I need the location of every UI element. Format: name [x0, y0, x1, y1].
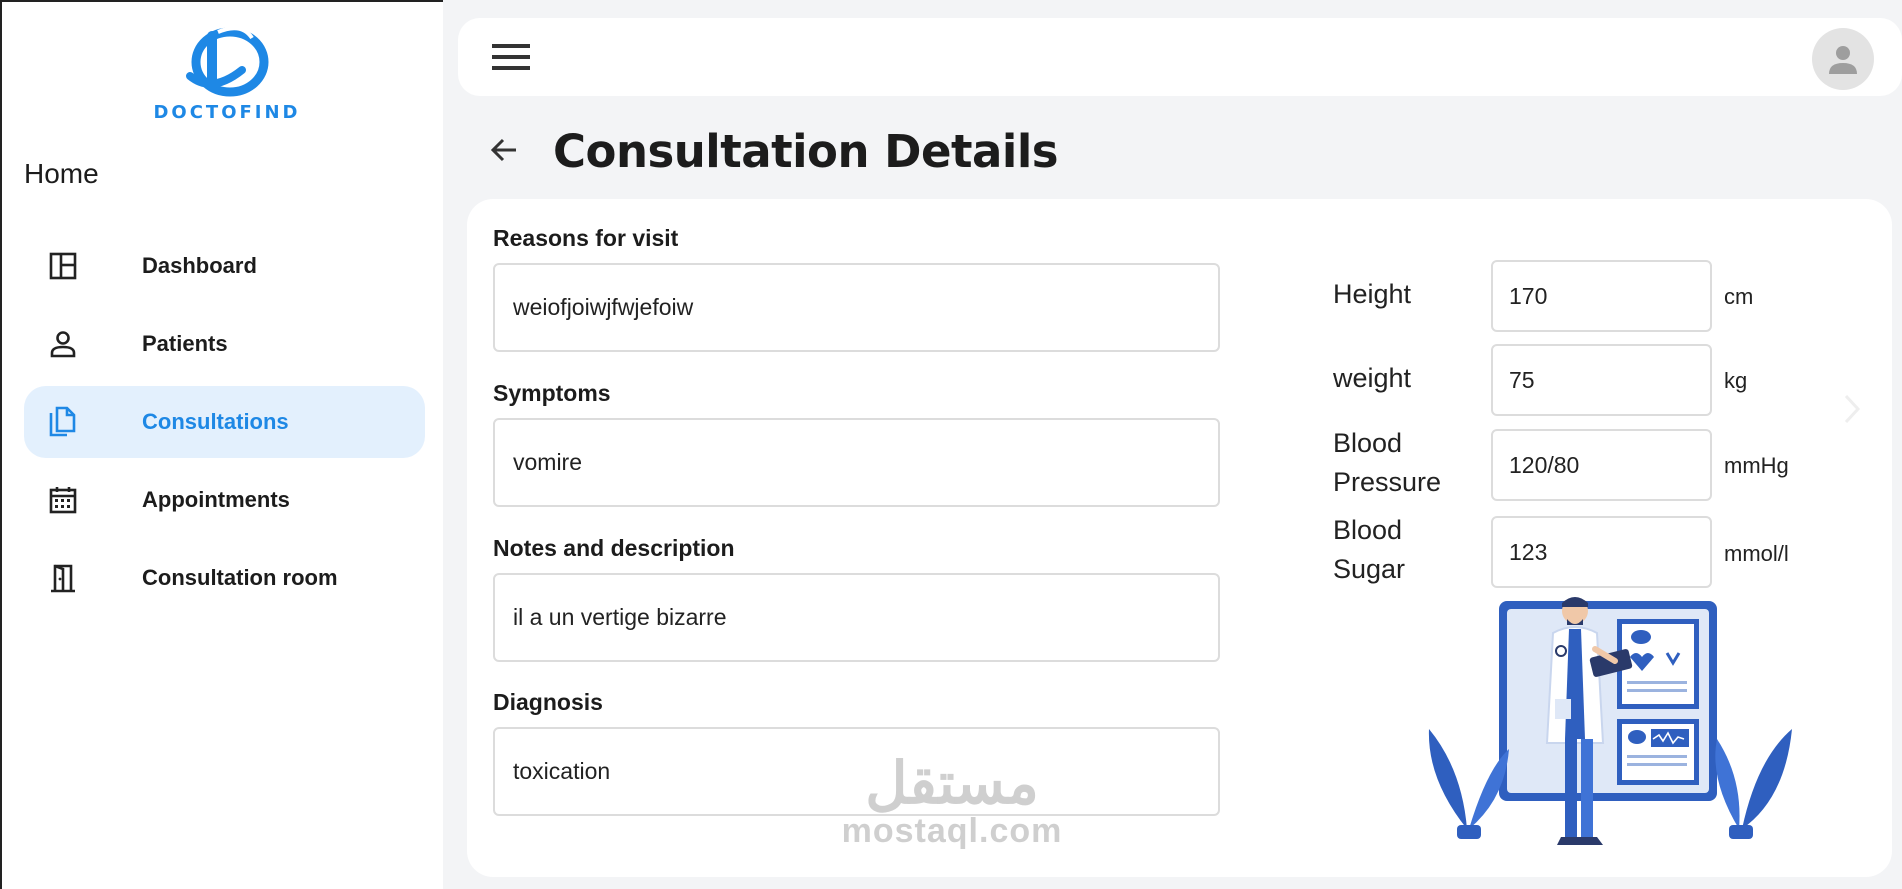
symptoms-field[interactable]: vomire: [493, 418, 1220, 507]
notes-field[interactable]: il a un vertige bizarre: [493, 573, 1220, 662]
weight-label: weight: [1333, 363, 1412, 393]
sidebar-home-title: Home: [24, 158, 99, 189]
logo-text: DOCTOFIND: [153, 102, 301, 123]
blood-pressure-label: Blood Pressure: [1333, 428, 1442, 497]
weight-unit: kg: [1724, 368, 1748, 393]
height-unit: cm: [1724, 284, 1754, 309]
sidebar-item-consultations[interactable]: Consultations: [24, 386, 425, 458]
sidebar-item-appointments[interactable]: Appointments: [24, 464, 425, 536]
sidebar-item-label: Patients: [142, 331, 228, 356]
watermark-latin: mostaql.com: [841, 812, 1063, 850]
sidebar-item-label: Dashboard: [142, 253, 257, 278]
door-icon: [46, 561, 80, 595]
doctor-illustration: [1428, 597, 1792, 845]
sidebar-item-label: Appointments: [142, 487, 290, 512]
sidebar: DOCTOFIND Home Dashboard Patients Consul…: [0, 0, 443, 889]
arrow-left-icon[interactable]: [488, 134, 520, 166]
copy-icon: [46, 405, 80, 439]
hamburger-menu-icon[interactable]: [490, 40, 532, 74]
weight-field[interactable]: 75: [1491, 344, 1712, 416]
sidebar-item-dashboard[interactable]: Dashboard: [24, 230, 425, 302]
blood-pressure-unit: mmHg: [1724, 453, 1789, 478]
height-field[interactable]: 170: [1491, 260, 1712, 332]
person-icon: [46, 327, 80, 361]
sidebar-item-label: Consultations: [142, 409, 289, 434]
reasons-for-visit-label: Reasons for visit: [493, 225, 679, 251]
watermark: مستقل mostaql.com: [836, 751, 1068, 850]
watermark-arabic: مستقل: [865, 751, 1039, 816]
consultation-card: Reasons for visit weiofjoiwjfwjefoiw Sym…: [467, 199, 1892, 877]
sidebar-nav: Dashboard Patients Consultations Appoint…: [24, 230, 425, 620]
sidebar-item-patients[interactable]: Patients: [24, 308, 425, 380]
chevron-right-icon[interactable]: [1840, 392, 1864, 426]
blood-sugar-unit: mmol/l: [1724, 541, 1789, 566]
logo-d-icon: [186, 26, 269, 97]
symptoms-label: Symptoms: [493, 380, 611, 406]
sidebar-item-consultation-room[interactable]: Consultation room: [24, 542, 425, 614]
diagnosis-label: Diagnosis: [493, 689, 603, 715]
page-title: Consultation Details: [553, 125, 1059, 178]
blood-sugar-label: Blood Sugar: [1333, 515, 1406, 584]
blood-sugar-field[interactable]: 123: [1491, 516, 1712, 588]
dashboard-icon: [46, 249, 80, 283]
user-avatar-icon[interactable]: [1812, 28, 1874, 90]
top-bar: [458, 18, 1902, 96]
doctofind-logo[interactable]: DOCTOFIND: [142, 24, 312, 123]
reasons-for-visit-field[interactable]: weiofjoiwjfwjefoiw: [493, 263, 1220, 352]
notes-label: Notes and description: [493, 535, 735, 561]
calendar-icon: [46, 483, 80, 517]
blood-pressure-field[interactable]: 120/80: [1491, 429, 1712, 501]
height-label: Height: [1333, 279, 1412, 309]
sidebar-item-label: Consultation room: [142, 565, 338, 590]
